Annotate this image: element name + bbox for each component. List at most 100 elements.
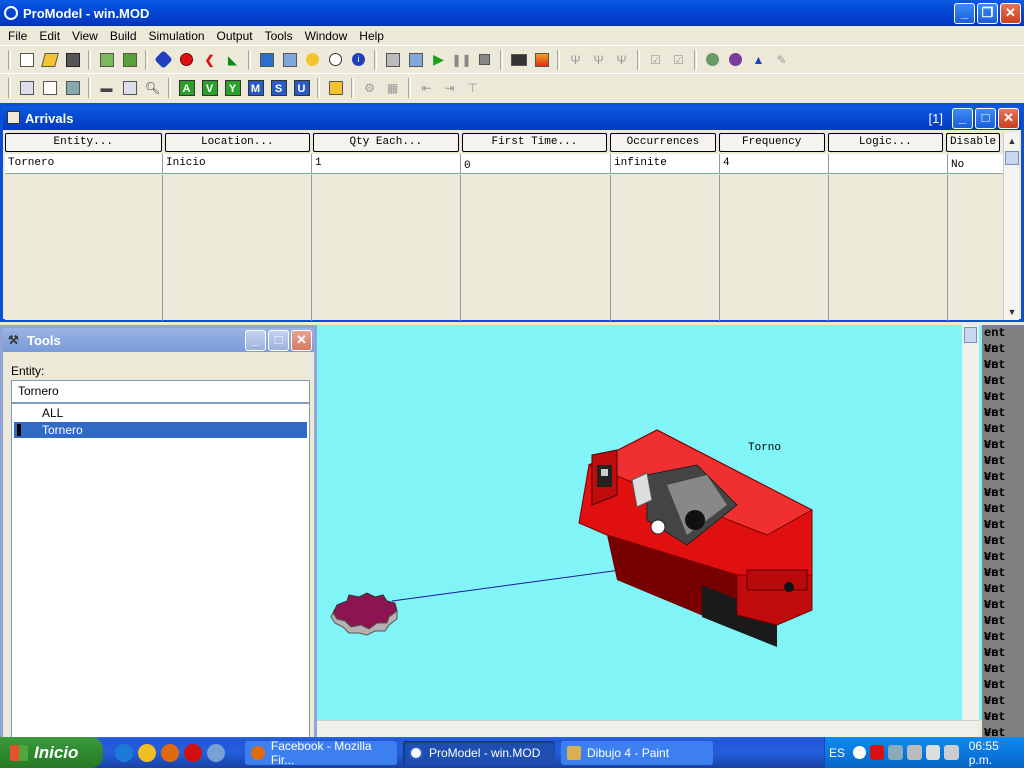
zoom-fit-icon[interactable] — [120, 78, 139, 97]
entities-icon[interactable] — [154, 50, 173, 69]
tray-app2-icon[interactable] — [944, 745, 959, 760]
file-bracket-icon[interactable] — [326, 78, 345, 97]
col-entity[interactable]: Entity... — [5, 133, 162, 152]
task-facebook[interactable]: Facebook - Mozilla Fir... — [245, 739, 397, 767]
col-location[interactable]: Location... — [164, 133, 311, 152]
entity-field[interactable]: Tornero — [11, 380, 310, 403]
cell-entity[interactable]: Tornero — [5, 154, 163, 173]
resources-icon[interactable] — [303, 50, 322, 69]
cell-frequency[interactable]: 4 — [720, 154, 829, 173]
task-promodel[interactable]: ProModel - win.MOD — [403, 740, 555, 765]
menu-file[interactable]: File — [2, 29, 33, 43]
entity-list[interactable]: ALL Tornero — [11, 403, 310, 738]
ie-icon[interactable] — [115, 743, 133, 762]
cell-qty-each[interactable]: 1 — [312, 154, 461, 173]
menu-help[interactable]: Help — [353, 29, 390, 43]
volume-icon[interactable] — [925, 745, 941, 760]
zoom-icon[interactable]: 🔍︎ — [143, 78, 162, 97]
firefox-icon[interactable] — [161, 743, 179, 762]
info-icon[interactable]: i — [349, 50, 368, 69]
swirl-icon[interactable] — [726, 50, 745, 69]
minimize-button[interactable]: _ — [954, 3, 975, 24]
restore-button[interactable]: ❐ — [977, 3, 998, 24]
col-qty-each[interactable]: Qty Each... — [313, 133, 459, 152]
locations-icon[interactable] — [257, 50, 276, 69]
network-icon[interactable] — [888, 745, 903, 760]
cell-location[interactable]: Inicio — [163, 154, 312, 173]
mode-a-icon[interactable]: A — [177, 78, 196, 97]
cell-disable[interactable]: No — [948, 154, 1003, 173]
model-package-icon[interactable] — [120, 50, 139, 69]
lathe-machine-icon[interactable] — [578, 429, 814, 647]
film-icon[interactable] — [509, 50, 528, 69]
triangle-icon[interactable]: ▲ — [749, 50, 768, 69]
windows-icon[interactable] — [406, 50, 425, 69]
scroll-up-icon[interactable]: ▲ — [1004, 133, 1020, 149]
start-button[interactable]: Inicio — [0, 737, 103, 768]
brush-icon[interactable]: ✎ — [772, 50, 791, 69]
clock[interactable]: 06:55 p.m. — [969, 739, 1024, 767]
run-icon[interactable]: ▶ — [429, 50, 448, 69]
new-file-icon[interactable] — [17, 50, 36, 69]
menu-simulation[interactable]: Simulation — [143, 29, 211, 43]
mode-v-icon[interactable]: V — [200, 78, 219, 97]
scroll-thumb[interactable] — [1005, 151, 1019, 165]
close-button[interactable]: ✕ — [1000, 3, 1021, 24]
cell-first-time[interactable]: 0 — [461, 154, 611, 173]
grid-icon[interactable] — [17, 78, 36, 97]
list-item-selected[interactable]: Tornero — [14, 422, 307, 438]
chrome-icon[interactable] — [138, 743, 156, 762]
antivirus-icon[interactable] — [869, 745, 885, 760]
open-file-icon[interactable] — [40, 50, 59, 69]
merge-icon[interactable] — [97, 50, 116, 69]
arrivals-vertical-scrollbar[interactable]: ▲ ▼ — [1003, 133, 1019, 320]
shift-icon[interactable] — [326, 50, 345, 69]
col-logic[interactable]: Logic... — [827, 133, 944, 152]
menu-tools[interactable]: Tools — [259, 29, 299, 43]
options-icon[interactable] — [383, 50, 402, 69]
stop-icon[interactable] — [177, 50, 196, 69]
mode-s-icon[interactable]: S — [269, 78, 288, 97]
menu-window[interactable]: Window — [299, 29, 354, 43]
gear-icon[interactable] — [330, 592, 398, 636]
cell-logic[interactable] — [829, 154, 948, 173]
save-icon[interactable] — [63, 50, 82, 69]
palette-icon[interactable] — [703, 50, 722, 69]
layout-icon[interactable] — [63, 78, 82, 97]
opera-icon[interactable] — [184, 743, 202, 762]
tools-close-button[interactable]: ✕ — [291, 330, 312, 351]
mode-m-icon[interactable]: M — [246, 78, 265, 97]
list-item[interactable]: ALL — [14, 405, 307, 421]
pause-icon[interactable]: ❚❚ — [451, 50, 471, 69]
processing-icon[interactable]: ◣ — [223, 50, 242, 69]
tools-maximize-button[interactable]: □ — [268, 330, 289, 351]
canvas-horizontal-scrollbar[interactable] — [317, 720, 979, 737]
table-row[interactable]: Tornero Inicio 1 0 infinite 4 No — [5, 154, 1003, 174]
menu-build[interactable]: Build — [104, 29, 143, 43]
truck-icon[interactable]: ▬ — [97, 78, 116, 97]
misc-app-icon[interactable] — [207, 743, 225, 762]
task-paint[interactable]: Dibujo 4 - Paint — [561, 740, 713, 765]
arrivals-close-button[interactable]: ✕ — [998, 108, 1019, 129]
col-first-time[interactable]: First Time... — [461, 133, 608, 152]
tray-expand-icon[interactable] — [853, 746, 866, 759]
tools-minimize-button[interactable]: _ — [245, 330, 266, 351]
language-indicator[interactable]: ES — [829, 746, 845, 760]
arrivals-maximize-button[interactable]: □ — [975, 108, 996, 129]
mode-u-icon[interactable]: U — [292, 78, 311, 97]
edit-icon[interactable] — [40, 78, 59, 97]
tray-app-icon[interactable] — [906, 745, 922, 760]
canvas-scroll-thumb[interactable] — [964, 327, 977, 343]
path-icon[interactable] — [280, 50, 299, 69]
menu-edit[interactable]: Edit — [33, 29, 66, 43]
output-icon[interactable] — [532, 50, 551, 69]
scroll-down-icon[interactable]: ▼ — [1004, 304, 1020, 320]
arrow-red-icon[interactable]: ❮ — [200, 50, 219, 69]
menu-output[interactable]: Output — [211, 29, 259, 43]
cell-occurrences[interactable]: infinite — [611, 154, 720, 173]
arrivals-minimize-button[interactable]: _ — [952, 108, 973, 129]
canvas-vertical-scrollbar[interactable] — [962, 325, 979, 720]
layout-canvas[interactable]: Torno — [317, 325, 982, 720]
stop-sim-icon[interactable] — [475, 50, 494, 69]
menu-view[interactable]: View — [66, 29, 104, 43]
